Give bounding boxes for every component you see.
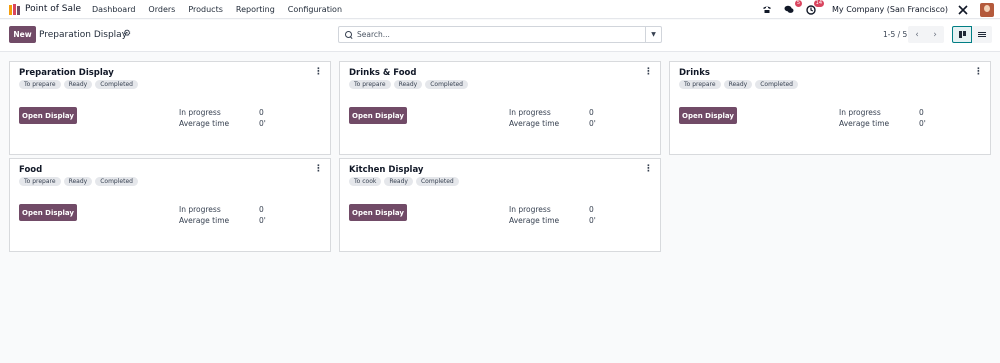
company-switcher[interactable]: My Company (San Francisco): [832, 5, 948, 14]
card-title: Kitchen Display: [349, 165, 424, 175]
control-panel: New Preparation Display ⚙ ▼ 1-5 / 5 ‹ ›: [0, 20, 1000, 52]
tag: Ready: [63, 177, 93, 186]
tag-list: To cook Ready Completed: [349, 177, 459, 186]
average-time-label: Average time: [509, 119, 560, 128]
list-view-icon[interactable]: [972, 26, 992, 43]
tag-list: To prepare Ready Completed: [19, 177, 138, 186]
breadcrumb: Preparation Display: [39, 30, 128, 40]
in-progress-label: In progress: [839, 108, 881, 117]
menu-item-orders[interactable]: Orders: [148, 5, 175, 14]
tag: Ready: [63, 80, 93, 89]
card-drinks[interactable]: Drinks ⋮ To prepare Ready Completed Open…: [669, 61, 991, 155]
average-time-value: 0': [259, 119, 266, 128]
tag: Completed: [95, 80, 138, 89]
activity-icon[interactable]: 14: [804, 0, 825, 17]
open-display-button[interactable]: Open Display: [19, 107, 77, 124]
card-drinks-food[interactable]: Drinks & Food ⋮ To prepare Ready Complet…: [339, 61, 661, 155]
kebab-menu-icon[interactable]: ⋮: [314, 164, 323, 174]
tag: Ready: [723, 80, 753, 89]
in-progress-value: 0: [589, 205, 594, 214]
average-time-label: Average time: [179, 119, 230, 128]
avatar[interactable]: [980, 2, 994, 17]
pager-value[interactable]: 1-5 / 5: [883, 30, 907, 39]
tag: To prepare: [19, 177, 61, 186]
activity-badge: 14: [813, 0, 825, 7]
menu-item-reporting[interactable]: Reporting: [236, 5, 275, 14]
tag-list: To prepare Ready Completed: [679, 80, 798, 89]
average-time-label: Average time: [179, 216, 230, 225]
average-time-value: 0': [589, 119, 596, 128]
card-title: Preparation Display: [19, 68, 114, 78]
in-progress-label: In progress: [509, 108, 551, 117]
tag: Ready: [393, 80, 423, 89]
app-name[interactable]: Point of Sale: [25, 4, 81, 14]
tag: To prepare: [19, 80, 61, 89]
menu-item-dashboard[interactable]: Dashboard: [92, 5, 135, 14]
card-food[interactable]: Food ⋮ To prepare Ready Completed Open D…: [9, 158, 331, 252]
tag: To cook: [349, 177, 382, 186]
main-menu: Dashboard Orders Products Reporting Conf…: [92, 5, 355, 14]
search-bar: ▼: [338, 26, 662, 43]
tag: Completed: [755, 80, 798, 89]
kebab-menu-icon[interactable]: ⋮: [644, 164, 653, 174]
menu-item-products[interactable]: Products: [188, 5, 223, 14]
card-title: Food: [19, 165, 43, 175]
tag-list: To prepare Ready Completed: [349, 80, 468, 89]
in-progress-value: 0: [259, 108, 264, 117]
in-progress-label: In progress: [179, 108, 221, 117]
settings-tools-icon[interactable]: [956, 3, 970, 17]
card-title: Drinks & Food: [349, 68, 417, 78]
phone-icon[interactable]: [760, 3, 774, 17]
card-preparation-display[interactable]: Preparation Display ⋮ To prepare Ready C…: [9, 61, 331, 155]
in-progress-value: 0: [259, 205, 264, 214]
kebab-menu-icon[interactable]: ⋮: [314, 67, 323, 77]
app-logo-icon[interactable]: [9, 3, 21, 15]
in-progress-label: In progress: [509, 205, 551, 214]
kanban-view-icon[interactable]: [952, 26, 972, 43]
chat-icon[interactable]: 5: [782, 0, 803, 17]
open-display-button[interactable]: Open Display: [349, 107, 407, 124]
card-title: Drinks: [679, 68, 710, 78]
open-display-button[interactable]: Open Display: [349, 204, 407, 221]
average-time-value: 0': [919, 119, 926, 128]
card-kitchen-display[interactable]: Kitchen Display ⋮ To cook Ready Complete…: [339, 158, 661, 252]
average-time-value: 0': [259, 216, 266, 225]
new-button[interactable]: New: [9, 26, 36, 43]
in-progress-value: 0: [919, 108, 924, 117]
tag: Completed: [415, 177, 459, 186]
average-time-value: 0': [589, 216, 596, 225]
open-display-button[interactable]: Open Display: [19, 204, 77, 221]
in-progress-value: 0: [589, 108, 594, 117]
caret-down-icon[interactable]: ▼: [645, 27, 661, 42]
average-time-label: Average time: [839, 119, 890, 128]
tag: Completed: [425, 80, 468, 89]
kebab-menu-icon[interactable]: ⋮: [974, 67, 983, 77]
chat-badge: 5: [794, 0, 803, 7]
search-input[interactable]: [357, 30, 647, 39]
chevron-left-icon[interactable]: ‹: [908, 26, 926, 43]
search-icon[interactable]: [345, 30, 353, 39]
tag: To prepare: [679, 80, 721, 89]
tag: To prepare: [349, 80, 391, 89]
in-progress-label: In progress: [179, 205, 221, 214]
open-display-button[interactable]: Open Display: [679, 107, 737, 124]
navbar-right: 5 14 My Company (San Francisco): [752, 0, 1000, 19]
kebab-menu-icon[interactable]: ⋮: [644, 67, 653, 77]
tag-list: To prepare Ready Completed: [19, 80, 138, 89]
tag: Completed: [95, 177, 138, 186]
menu-item-configuration[interactable]: Configuration: [288, 5, 342, 14]
gear-icon[interactable]: ⚙: [123, 29, 131, 39]
chevron-right-icon[interactable]: ›: [926, 26, 944, 43]
top-navbar: Point of Sale Dashboard Orders Products …: [0, 0, 1000, 19]
average-time-label: Average time: [509, 216, 560, 225]
tag: Ready: [384, 177, 413, 186]
